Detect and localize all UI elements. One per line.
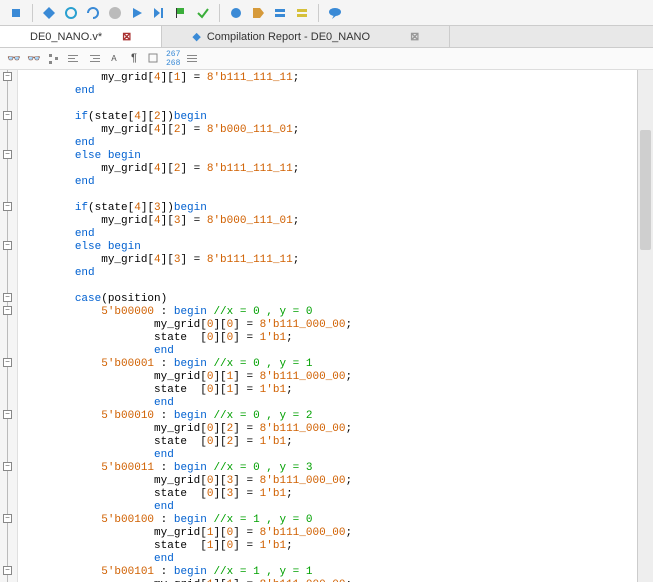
menu-icon[interactable]	[184, 51, 200, 67]
tree-icon[interactable]	[46, 51, 62, 67]
fold-toggle[interactable]: −	[3, 306, 12, 315]
binoculars-icon[interactable]: 👓	[6, 51, 22, 67]
fold-toggle[interactable]: −	[3, 111, 12, 120]
tab-bar: DE0_NANO.v* ⊠ ◆ Compilation Report - DE0…	[0, 26, 653, 48]
sync-icon[interactable]	[85, 5, 101, 21]
fold-toggle[interactable]: −	[3, 514, 12, 523]
toolbar-divider	[318, 4, 319, 22]
editor-toolbar: 👓 👓 A ¶ 267268	[0, 48, 653, 70]
stop-icon[interactable]	[107, 5, 123, 21]
check-icon[interactable]	[195, 5, 211, 21]
close-icon[interactable]: ⊠	[122, 30, 131, 43]
tab-compilation-report[interactable]: ◆ Compilation Report - DE0_NANO ⊠	[162, 26, 450, 47]
play-next-icon[interactable]	[151, 5, 167, 21]
document-icon: ◆	[192, 30, 200, 43]
stack-yellow-icon[interactable]	[294, 5, 310, 21]
fold-toggle[interactable]: −	[3, 241, 12, 250]
fold-toggle[interactable]: −	[3, 358, 12, 367]
flag-icon[interactable]	[173, 5, 189, 21]
circle-icon[interactable]	[228, 5, 244, 21]
ab-icon[interactable]: A	[106, 51, 122, 67]
fold-toggle[interactable]: −	[3, 410, 12, 419]
zoom-icon[interactable]	[146, 51, 162, 67]
scrollbar-thumb[interactable]	[640, 130, 651, 250]
tab-active-file[interactable]: DE0_NANO.v* ⊠	[0, 26, 162, 47]
fold-toggle[interactable]: −	[3, 150, 12, 159]
stack-blue-icon[interactable]	[272, 5, 288, 21]
indent-left-icon[interactable]	[66, 51, 82, 67]
editor-area: −−−−−−−−−−−−−−− my_grid[4][1] = 8'b111_1…	[0, 70, 653, 582]
tab-label: Compilation Report - DE0_NANO	[207, 31, 370, 43]
toolbar-divider	[219, 4, 220, 22]
paragraph-icon[interactable]: ¶	[126, 51, 142, 67]
find-icon[interactable]: 👓	[26, 51, 42, 67]
tab-label: DE0_NANO.v*	[30, 31, 102, 43]
fold-toggle[interactable]: −	[3, 566, 12, 575]
line-col-indicator[interactable]: 267268	[166, 51, 180, 67]
refresh-icon[interactable]	[63, 5, 79, 21]
fold-toggle[interactable]: −	[3, 293, 12, 302]
play-icon[interactable]	[129, 5, 145, 21]
toolbar-action-icon[interactable]	[8, 5, 24, 21]
code-content[interactable]: my_grid[4][1] = 8'b111_111_11; end if(st…	[18, 70, 637, 582]
fold-toggle[interactable]: −	[3, 202, 12, 211]
toolbar-divider	[32, 4, 33, 22]
fold-toggle[interactable]: −	[3, 72, 12, 81]
comment-icon[interactable]	[327, 5, 343, 21]
fold-toggle[interactable]: −	[3, 462, 12, 471]
main-toolbar	[0, 0, 653, 26]
indent-right-icon[interactable]	[86, 51, 102, 67]
tag-icon[interactable]	[250, 5, 266, 21]
vertical-scrollbar[interactable]	[637, 70, 653, 582]
save-icon[interactable]	[41, 5, 57, 21]
close-icon[interactable]: ⊠	[410, 30, 419, 43]
fold-gutter[interactable]: −−−−−−−−−−−−−−−	[0, 70, 18, 582]
